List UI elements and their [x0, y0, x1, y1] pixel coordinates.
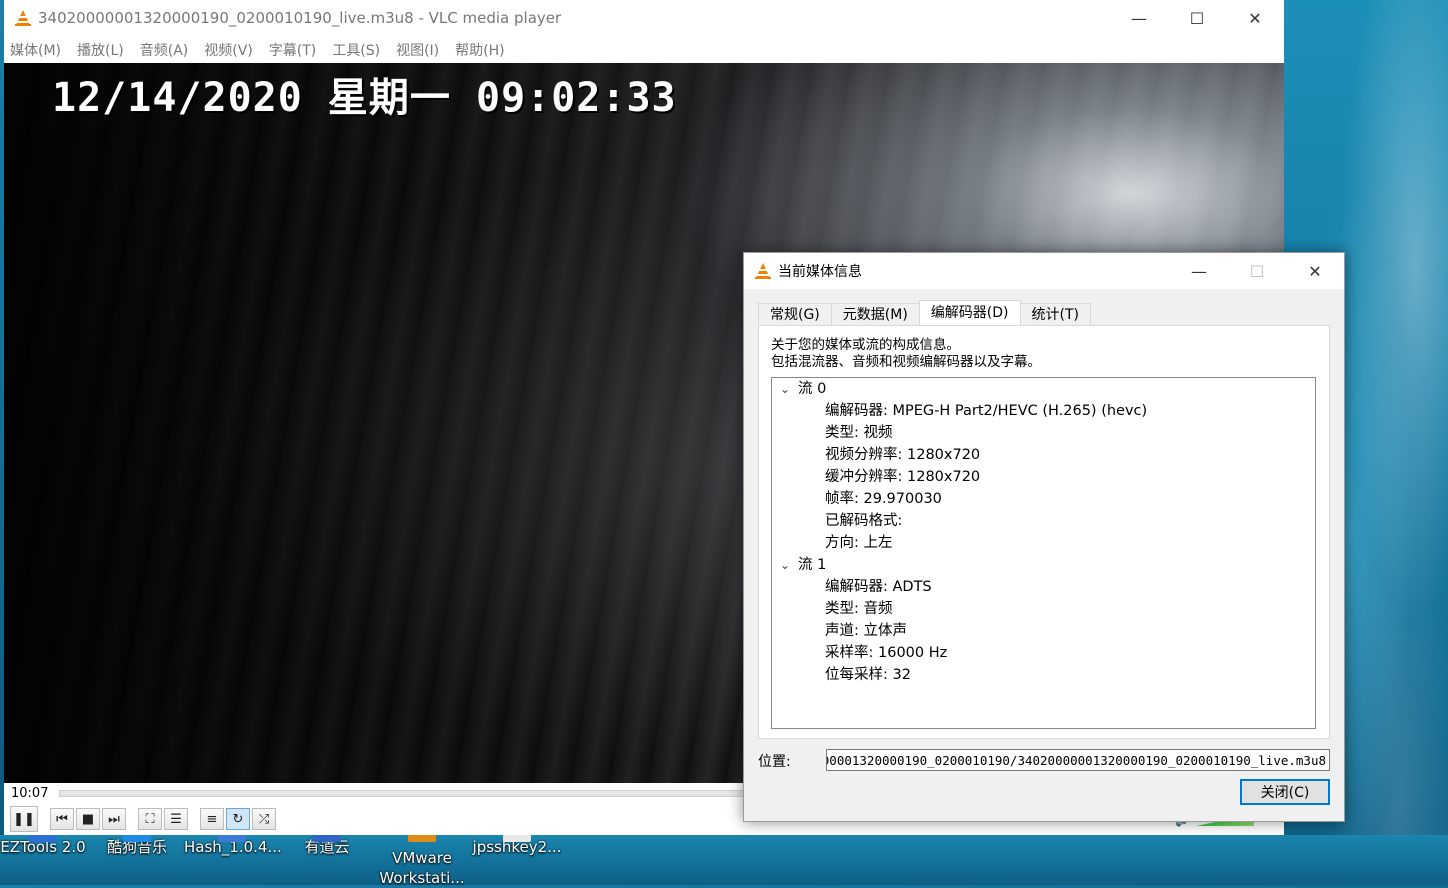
- tree-item[interactable]: 方向: 上左: [825, 532, 893, 554]
- panel-description: 关于您的媒体或流的构成信息。 包括混流器、音频和视频编解码器以及字幕。: [771, 337, 1041, 371]
- vlc-titlebar[interactable]: 34020000001320000190_0200010190_live.m3u…: [4, 0, 1284, 36]
- loop-button[interactable]: ↻: [226, 808, 250, 830]
- location-value: http://.../34020000001320000190_02000101…: [827, 753, 1326, 768]
- location-label: 位置:: [758, 754, 791, 770]
- codec-tree[interactable]: ⌄ 流 0 编解码器: MPEG-H Part2/HEVC (H.265) (he…: [771, 377, 1316, 729]
- tab-general[interactable]: 常规(G): [758, 303, 832, 326]
- next-button[interactable]: ⏭: [102, 808, 126, 830]
- codec-panel: 关于您的媒体或流的构成信息。 包括混流器、音频和视频编解码器以及字幕。 ⌄ 流 0…: [758, 325, 1330, 739]
- equalizer-icon: ☰: [170, 811, 182, 827]
- elapsed-time: 10:07: [11, 785, 49, 801]
- description-line: 包括混流器、音频和视频编解码器以及字幕。: [771, 354, 1041, 370]
- tree-item[interactable]: 声道: 立体声: [825, 620, 907, 642]
- desktop-icon-jpsshkey[interactable]: jpsshkey2...: [470, 830, 564, 858]
- tab-metadata[interactable]: 元数据(M): [830, 303, 920, 326]
- stop-button[interactable]: ■: [76, 808, 100, 830]
- vlc-cone-icon: [754, 262, 772, 280]
- menu-subtitle[interactable]: 字幕(T): [267, 40, 318, 60]
- tab-codec[interactable]: 编解码器(D): [918, 300, 1021, 326]
- minimize-icon: —: [1131, 8, 1147, 28]
- desktop-icon-youdao[interactable]: 有道云: [296, 830, 358, 858]
- previous-icon: ⏮: [56, 811, 68, 827]
- dialog-title: 当前媒体信息: [778, 264, 862, 280]
- pause-icon: ❚❚: [13, 811, 35, 827]
- video-timestamp-overlay: 12/14/2020 星期一 09:02:33: [52, 75, 677, 121]
- close-button[interactable]: 关闭(C): [1240, 779, 1330, 805]
- desktop-icon-kugou[interactable]: 酷狗音乐: [100, 830, 174, 858]
- menu-tools[interactable]: 工具(S): [330, 40, 382, 60]
- shuffle-icon: ⤮: [258, 811, 270, 827]
- menu-help[interactable]: 帮助(H): [453, 40, 506, 60]
- stop-icon: ■: [81, 811, 95, 827]
- close-icon: ✕: [1248, 8, 1262, 28]
- desktop-icon-hash[interactable]: Hash_1.0.4...: [184, 830, 282, 858]
- location-field[interactable]: http://.../34020000001320000190_02000101…: [826, 749, 1330, 771]
- tree-item[interactable]: 位每采样: 32: [825, 664, 911, 686]
- menu-video[interactable]: 视频(V): [202, 40, 255, 60]
- tree-item[interactable]: 编解码器: MPEG-H Part2/HEVC (H.265) (hevc): [825, 400, 1147, 422]
- tree-stream-1[interactable]: ⌄ 流 1: [780, 554, 826, 576]
- dialog-titlebar[interactable]: 当前媒体信息 — ☐ ✕: [744, 253, 1344, 289]
- maximize-button[interactable]: ☐: [1168, 0, 1226, 36]
- media-info-dialog: 当前媒体信息 — ☐ ✕ 常规(G) 元数据(M) 编解码器(D) 统计(T) …: [743, 252, 1345, 822]
- tree-item[interactable]: 缓冲分辨率: 1280x720: [825, 466, 980, 488]
- tab-statistics[interactable]: 统计(T): [1019, 303, 1091, 326]
- desktop-icon-label: VMware Workstati...: [379, 849, 465, 887]
- close-window-button[interactable]: ✕: [1226, 0, 1284, 36]
- fullscreen-icon: ⛶: [145, 811, 155, 827]
- tree-item[interactable]: 编解码器: ADTS: [825, 576, 932, 598]
- pause-button[interactable]: ❚❚: [10, 806, 38, 832]
- chevron-down-icon[interactable]: ⌄: [780, 378, 798, 400]
- close-icon: ✕: [1308, 261, 1322, 281]
- minimize-button[interactable]: —: [1110, 0, 1168, 36]
- tree-stream-0[interactable]: ⌄ 流 0: [780, 378, 826, 400]
- dialog-minimize-button[interactable]: —: [1170, 253, 1228, 289]
- chevron-down-icon[interactable]: ⌄: [780, 554, 798, 576]
- tree-item[interactable]: 类型: 视频: [825, 422, 893, 444]
- dialog-close-x-button[interactable]: ✕: [1286, 253, 1344, 289]
- extended-settings-button[interactable]: ☰: [164, 808, 188, 830]
- tree-item[interactable]: 类型: 音频: [825, 598, 893, 620]
- playlist-icon: ≡: [206, 811, 218, 827]
- menu-media[interactable]: 媒体(M): [8, 40, 63, 60]
- dialog-maximize-button: ☐: [1228, 253, 1286, 289]
- maximize-icon: ☐: [1249, 261, 1265, 281]
- stream-label: 流 1: [798, 557, 827, 573]
- desktop-icon-eztools[interactable]: EZTools 2.0: [0, 830, 86, 858]
- menu-audio[interactable]: 音频(A): [138, 40, 191, 60]
- previous-button[interactable]: ⏮: [50, 808, 74, 830]
- menu-playback[interactable]: 播放(L): [75, 40, 126, 60]
- description-line: 关于您的媒体或流的构成信息。: [771, 337, 960, 353]
- stream-label: 流 0: [798, 381, 827, 397]
- shuffle-button[interactable]: ⤮: [252, 808, 276, 830]
- menu-bar: 媒体(M) 播放(L) 音频(A) 视频(V) 字幕(T) 工具(S) 视图(I…: [4, 36, 1284, 63]
- tree-item[interactable]: 视频分辨率: 1280x720: [825, 444, 980, 466]
- loop-icon: ↻: [232, 811, 244, 827]
- desktop-icon-vmware[interactable]: VMware Workstati...: [376, 830, 468, 888]
- tree-item[interactable]: 已解码格式:: [825, 510, 902, 532]
- minimize-icon: —: [1191, 261, 1207, 281]
- playlist-button[interactable]: ≡: [200, 808, 224, 830]
- menu-view[interactable]: 视图(I): [394, 40, 441, 60]
- next-icon: ⏭: [108, 811, 120, 827]
- tree-item[interactable]: 帧率: 29.970030: [825, 488, 942, 510]
- window-title: 34020000001320000190_0200010190_live.m3u…: [38, 9, 562, 27]
- tree-item[interactable]: 采样率: 16000 Hz: [825, 642, 947, 664]
- fullscreen-button[interactable]: ⛶: [138, 808, 162, 830]
- maximize-icon: ☐: [1189, 8, 1205, 28]
- seek-slider[interactable]: [59, 789, 751, 797]
- vlc-cone-icon: [14, 9, 32, 27]
- dialog-tabs: 常规(G) 元数据(M) 编解码器(D) 统计(T): [758, 300, 1091, 326]
